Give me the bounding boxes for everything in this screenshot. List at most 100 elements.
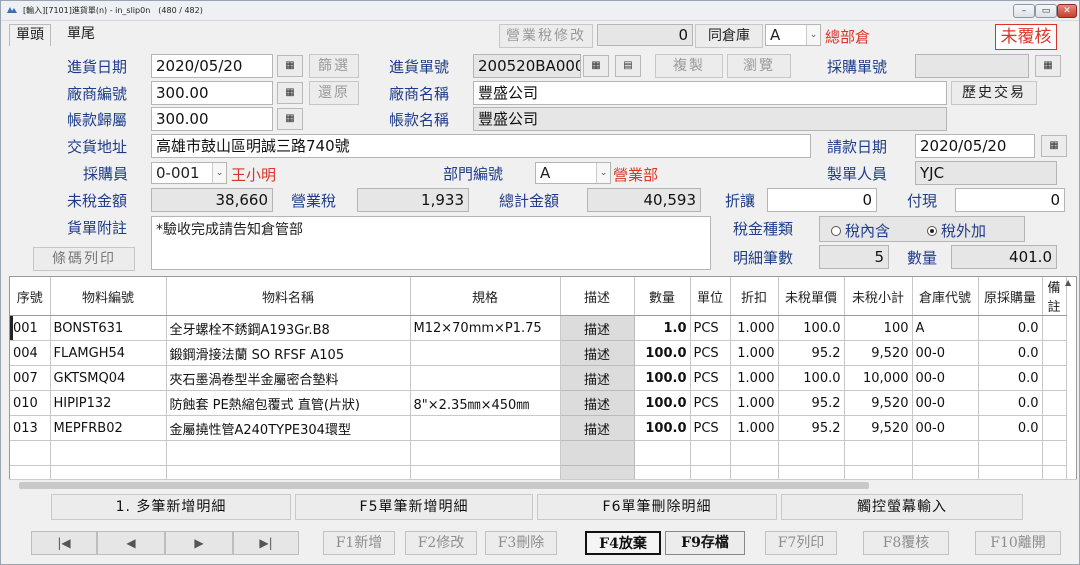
cell-disc: 1.000 xyxy=(730,365,779,391)
col-code[interactable]: 物料編號 xyxy=(50,277,167,316)
f5-add-button[interactable]: F5單筆新增明細 xyxy=(295,494,533,520)
cell-desc[interactable]: 描述 xyxy=(559,415,635,441)
tab-footer[interactable]: 單尾 xyxy=(61,24,101,46)
lookup-po-icon[interactable]: ▦ xyxy=(1035,55,1061,77)
cell-desc[interactable]: 描述 xyxy=(559,365,635,391)
nav-prev-button[interactable]: ◀ xyxy=(97,531,165,555)
cell-wh: 00-0 xyxy=(912,365,979,391)
col-disc[interactable]: 折扣 xyxy=(730,277,779,316)
col-unit[interactable]: 單位 xyxy=(690,277,731,316)
copy-button[interactable]: 複製 xyxy=(655,54,723,78)
table-row[interactable]: 010 HIPIP132 防蝕套 PE熱縮包覆式 直管(片狀) 8"×2.35㎜×45… xyxy=(10,390,1067,416)
col-warehouse[interactable]: 倉庫代號 xyxy=(912,277,979,316)
detail-table[interactable]: 序號 物料編號 物料名稱 規格 描述 數量 單位 折扣 未稅單價 未稅小計 倉庫… xyxy=(9,276,1077,489)
col-remark[interactable]: 備註 xyxy=(1042,277,1067,316)
tax-excl-radio[interactable]: 稅外加 xyxy=(927,220,986,241)
scroll-thumb[interactable] xyxy=(19,482,869,489)
note-textarea[interactable]: *驗收完成請告知倉管部 xyxy=(151,216,711,270)
f1-new-button[interactable]: F1新增 xyxy=(323,531,395,555)
col-seq[interactable]: 序號 xyxy=(10,277,51,316)
cell-name: 鍛鋼滑接法蘭 SO RFSF A105 xyxy=(166,340,411,366)
cell-desc[interactable]: 描述 xyxy=(559,340,635,366)
horizontal-scrollbar[interactable] xyxy=(9,479,1077,491)
barcode-print-button[interactable]: 條碼列印 xyxy=(33,247,135,271)
cell-spec: 8"×2.35㎜×450㎜ xyxy=(410,390,561,416)
tax-edit-button[interactable]: 營業稅修改 xyxy=(499,24,593,48)
table-row[interactable]: 004 FLAMGH54 鍛鋼滑接法蘭 SO RFSF A105 描述 100.0 PCS… xyxy=(10,340,1067,366)
cash-field[interactable]: 0 xyxy=(955,188,1065,212)
history-button[interactable]: 歷史交易 xyxy=(951,81,1037,105)
restore-button[interactable]: 還原 xyxy=(309,81,359,105)
nav-last-button[interactable]: ▶| xyxy=(233,531,299,555)
scroll-up-icon[interactable]: ▲ xyxy=(1065,278,1075,288)
same-warehouse-button[interactable]: 同倉庫 xyxy=(695,24,763,48)
account-code-label: 帳款歸屬 xyxy=(67,111,128,129)
cell-desc[interactable] xyxy=(559,440,635,466)
col-price[interactable]: 未稅單價 xyxy=(778,277,845,316)
f8-review-button[interactable]: F8覆核 xyxy=(863,531,949,555)
filter-button[interactable]: 篩選 xyxy=(309,54,359,78)
cell-subtotal: 100 xyxy=(844,315,913,341)
warehouse-select[interactable]: A ⌄ xyxy=(765,24,821,46)
table-row[interactable] xyxy=(10,440,1067,466)
f6-delete-button[interactable]: F6單筆刪除明細 xyxy=(537,494,777,520)
col-subtotal[interactable]: 未稅小計 xyxy=(844,277,913,316)
table-row[interactable]: 007 GKTSMQ04 夾石墨渦卷型半金屬密合墊料 描述 100.0 PCS 1.000 1… xyxy=(10,365,1067,391)
f2-edit-button[interactable]: F2修改 xyxy=(405,531,477,555)
purchase-no-field[interactable]: 200520BA000 xyxy=(473,54,581,78)
maximize-button[interactable]: ▭ xyxy=(1035,4,1057,18)
nav-next-button[interactable]: ▶ xyxy=(165,531,233,555)
f3-delete-button[interactable]: F3刪除 xyxy=(485,531,557,555)
cell-wh: 00-0 xyxy=(912,415,979,441)
touch-input-button[interactable]: 觸控螢幕輸入 xyxy=(781,494,1023,520)
multi-add-button[interactable]: 1. 多筆新增明細 xyxy=(51,494,291,520)
col-desc[interactable]: 描述 xyxy=(560,277,635,316)
dept-select[interactable]: A ⌄ xyxy=(535,162,611,184)
purchase-date-field[interactable]: 2020/05/20 xyxy=(151,54,273,78)
cell-seq: 004 xyxy=(10,340,51,366)
cell-desc[interactable]: 描述 xyxy=(559,315,635,341)
minimize-button[interactable]: – xyxy=(1013,4,1035,18)
col-spec[interactable]: 規格 xyxy=(410,277,561,316)
vendor-lookup-icon[interactable]: ▦ xyxy=(277,82,303,104)
account-code-field[interactable]: 300.00 xyxy=(151,107,273,131)
cell-seq xyxy=(10,440,51,466)
buyer-select[interactable]: 0-001 ⌄ xyxy=(151,162,227,184)
app-window: [輸入][7101]進貨單(n) - in_slip0n (480 / 482)… xyxy=(0,0,1080,565)
warehouse-code: A xyxy=(770,26,781,44)
tab-header[interactable]: 單頭 xyxy=(9,24,51,46)
close-button[interactable]: ✕ xyxy=(1057,4,1077,18)
untaxed-field: 38,660 xyxy=(151,188,273,212)
vendor-name-field[interactable]: 豐盛公司 xyxy=(473,81,947,105)
f9-save-button[interactable]: F9存檔 xyxy=(665,531,745,555)
f10-exit-button[interactable]: F10離開 xyxy=(975,531,1061,555)
bill-date-field[interactable]: 2020/05/20 xyxy=(915,134,1035,158)
table-row[interactable]: 001 BONST631 全牙螺栓不銹鋼A193Gr.B8 M12×70mm×P1.7… xyxy=(10,315,1067,341)
calendar-icon[interactable]: ▦ xyxy=(277,55,303,77)
delivery-addr-field[interactable]: 高雄市鼓山區明誠三路740號 xyxy=(151,134,811,158)
purchase-order-field[interactable] xyxy=(915,54,1029,78)
cell-desc[interactable]: 描述 xyxy=(559,390,635,416)
tax-incl-radio[interactable]: 稅內含 xyxy=(831,220,890,241)
cell-name xyxy=(166,440,411,466)
buyer-name: 王小明 xyxy=(231,166,277,184)
vendor-code-field[interactable]: 300.00 xyxy=(151,81,273,105)
f4-cancel-button[interactable]: F4放棄 xyxy=(585,531,661,555)
col-qty[interactable]: 數量 xyxy=(634,277,691,316)
f7-print-button[interactable]: F7列印 xyxy=(765,531,837,555)
doc-icon[interactable]: ▤ xyxy=(615,55,641,77)
cell-subtotal xyxy=(844,440,913,466)
nav-first-button[interactable]: |◀ xyxy=(31,531,97,555)
discount-field[interactable]: 0 xyxy=(767,188,877,212)
col-orig[interactable]: 原採購量 xyxy=(978,277,1043,316)
cash-label: 付現 xyxy=(907,192,938,210)
vendor-name-label: 廠商名稱 xyxy=(389,85,450,103)
bill-calendar-icon[interactable]: ▦ xyxy=(1041,135,1067,157)
chevron-down-icon: ⌄ xyxy=(806,25,820,45)
table-row[interactable]: 013 MEPFRB02 金屬撓性管A240TYPE304環型 描述 100.0 PCS 1… xyxy=(10,415,1067,441)
col-name[interactable]: 物料名稱 xyxy=(166,277,411,316)
lookup-icon[interactable]: ▦ xyxy=(583,55,609,77)
account-lookup-icon[interactable]: ▦ xyxy=(277,108,303,130)
browse-button[interactable]: 瀏覽 xyxy=(727,54,791,78)
cell-code: BONST631 xyxy=(50,315,167,341)
